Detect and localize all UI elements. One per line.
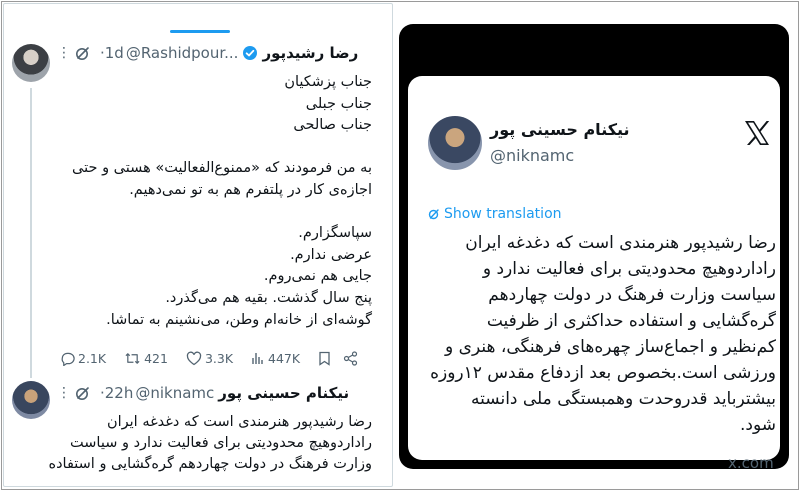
text-line: جناب جبلی bbox=[305, 95, 372, 112]
text-line: عرضی ندارم. bbox=[290, 246, 372, 263]
text-line: جناب پزشکیان bbox=[284, 74, 372, 90]
bookmark-button[interactable] bbox=[318, 351, 331, 366]
text-line: جایی هم نمی‌روم. bbox=[263, 268, 372, 285]
display-name[interactable]: نیکنام حسینی پور bbox=[490, 120, 630, 139]
show-translation-link[interactable]: Show translation bbox=[428, 206, 562, 222]
reply-icon bbox=[61, 352, 75, 366]
display-name[interactable]: نیکنام حسینی پور bbox=[218, 384, 349, 402]
text-line: رضا رشیدپور هنرمندی است که دغدغه ایران bbox=[106, 414, 372, 430]
more-options-icon[interactable]: ⋮ bbox=[56, 385, 72, 401]
share-button[interactable] bbox=[343, 350, 358, 366]
text-line: به من فرمودند که «ممنوع‌الفعالیت» هستی و… bbox=[72, 160, 372, 198]
text-line: جناب صالحی bbox=[293, 117, 372, 134]
verified-badge-icon bbox=[242, 45, 258, 61]
tweet-text: جناب پزشکیان جناب جبلی جناب صالحی به من … bbox=[32, 72, 372, 331]
tweet-time[interactable]: ·22h bbox=[100, 384, 133, 402]
text-line: سپاسگزارم. bbox=[298, 225, 372, 242]
tweet-time[interactable]: ·1d bbox=[100, 44, 124, 62]
user-handle[interactable]: @Rashidpour... bbox=[126, 44, 239, 62]
reply-button[interactable]: 2.1K bbox=[60, 351, 106, 366]
thread-panel: ⋮ ·1d @Rashidpour... رضا رشیدپور جناب پز… bbox=[3, 3, 393, 487]
views-icon bbox=[252, 353, 263, 364]
thread-indicator bbox=[170, 30, 230, 33]
views-count: 447K bbox=[268, 350, 301, 366]
display-name[interactable]: رضا رشیدپور bbox=[262, 44, 358, 62]
text-line: پنج سال گذشت. بقیه هم می‌گذرد. bbox=[165, 289, 372, 306]
tweet-text: رضا رشیدپور هنرمندی است که دغدغه ایران ر… bbox=[430, 233, 776, 435]
bookmark-icon bbox=[319, 351, 330, 366]
grok-icon[interactable] bbox=[72, 45, 94, 61]
grok-icon[interactable] bbox=[72, 385, 94, 401]
like-button[interactable]: 3.3K bbox=[186, 351, 233, 366]
tweet-text: رضا رشیدپور هنرمندی است که دغدغه ایران ر… bbox=[32, 412, 372, 475]
like-count: 3.3K bbox=[204, 350, 234, 366]
x-logo-icon[interactable] bbox=[742, 118, 772, 148]
user-handle[interactable]: @niknamc bbox=[135, 384, 214, 402]
repost-button[interactable]: 421 bbox=[124, 351, 168, 366]
translate-icon bbox=[428, 209, 439, 220]
tweet-actions: 2.1K 421 3.3K 447K bbox=[60, 349, 390, 367]
avatar[interactable] bbox=[428, 116, 482, 170]
repost-count: 421 bbox=[144, 350, 168, 366]
source-domain[interactable]: x.com bbox=[728, 454, 774, 472]
views-button[interactable]: 447K bbox=[251, 351, 300, 366]
text-line: رادارد‌وهیچ محدودیتی برای فعالیت ندارد و… bbox=[70, 435, 372, 451]
translate-label: Show translation bbox=[444, 206, 562, 222]
user-handle[interactable]: @niknamc bbox=[490, 146, 574, 165]
embed-panel: نیکنام حسینی پور @niknamc Show translati… bbox=[399, 24, 789, 472]
tweet-card[interactable]: نیکنام حسینی پور @niknamc Show translati… bbox=[408, 76, 780, 472]
tweet-header: ⋮ ·1d @Rashidpour... رضا رشیدپور bbox=[56, 42, 388, 64]
text-line: وزارت فرهنگ در دولت چهاردهم گره‌گشایی و … bbox=[48, 456, 372, 472]
repost-icon bbox=[125, 352, 140, 364]
heart-icon bbox=[186, 351, 202, 365]
text-line: گوشه‌ای از خانه‌ام وطن، می‌نشینم به تماش… bbox=[106, 311, 372, 328]
more-options-icon[interactable]: ⋮ bbox=[56, 45, 72, 61]
share-icon bbox=[343, 350, 358, 366]
tweet-header: ⋮ ·22h @niknamc نیکنام حسینی پور bbox=[56, 382, 388, 404]
reply-count: 2.1K bbox=[78, 350, 107, 366]
